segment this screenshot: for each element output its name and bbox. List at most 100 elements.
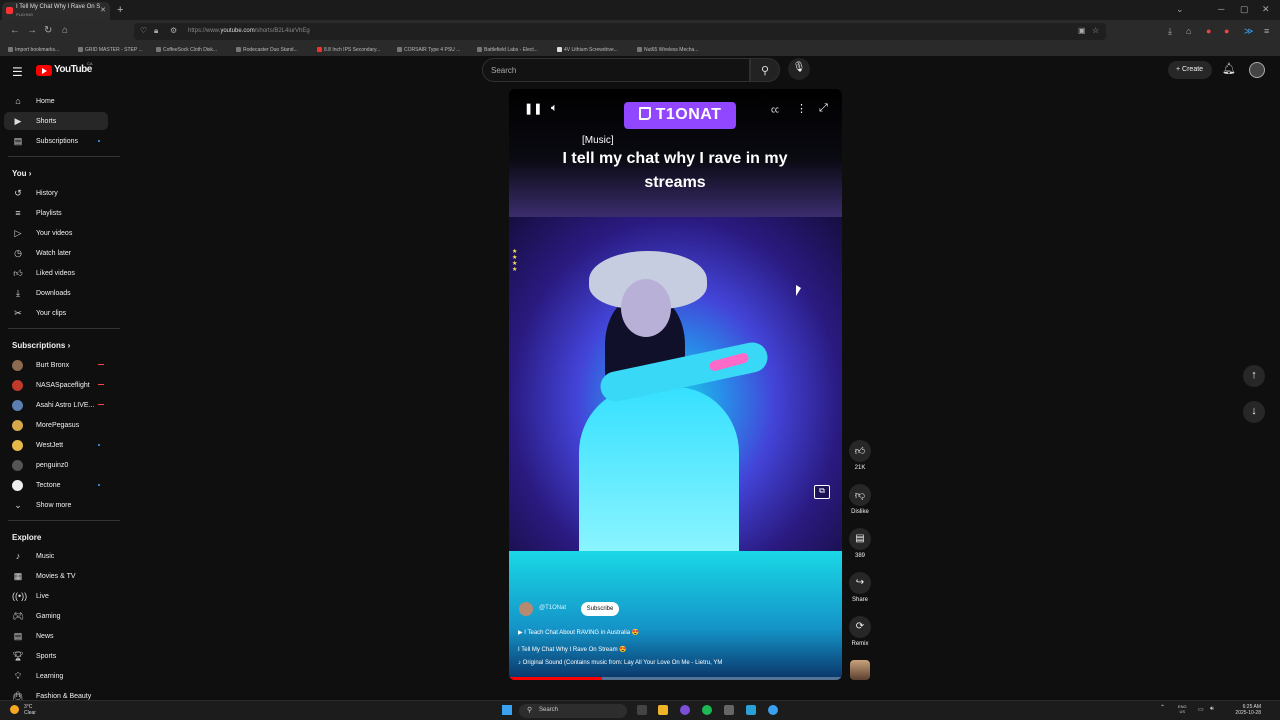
subscribe-button[interactable]: Subscribe — [581, 602, 619, 616]
bookmark-item[interactable]: GRID MASTER - STEP ... — [78, 47, 143, 53]
spotify-icon[interactable] — [702, 705, 712, 715]
tab-close-icon[interactable]: ✕ — [100, 7, 106, 14]
extension-red-icon[interactable]: ● — [1206, 26, 1211, 36]
language-indicator[interactable]: ENG US — [1178, 704, 1187, 714]
dislike-button[interactable]: 👎︎ Dislike — [846, 484, 874, 515]
app-icon[interactable] — [724, 705, 734, 715]
fullscreen-icon[interactable]: ⤢ — [819, 102, 828, 115]
taskbar-search-input[interactable]: ⚲ Search — [519, 704, 627, 718]
sidebar-item-your-clips[interactable]: ✂ Your clips — [4, 304, 108, 322]
sidebar-channel-westjett[interactable]: WestJett — [4, 436, 108, 454]
sidebar-item-liked-videos[interactable]: 👍︎ Liked videos — [4, 264, 108, 282]
hamburger-menu-icon[interactable]: ☰ — [12, 65, 23, 79]
shorts-player[interactable]: ❚❚ 🔈︎ T1ONAT ㏄ ⋮ ⤢ [Music] I tell my cha… — [509, 89, 842, 680]
edge-icon[interactable] — [768, 705, 778, 715]
extension-blue-icon[interactable]: ≫ — [1244, 26, 1253, 37]
sound-thumbnail[interactable] — [850, 660, 870, 680]
tray-chevron-icon[interactable]: ⌃ — [1160, 704, 1165, 711]
browser-tab-active[interactable]: I Tell My Chat Why I Rave On S PLAYING ✕ — [2, 2, 110, 20]
bookmark-star-icon[interactable]: ☆ — [1092, 26, 1099, 35]
sidebar-item-gaming[interactable]: 🎮︎ Gaming — [4, 607, 108, 625]
sidebar-item-your-videos[interactable]: ▷ Your videos — [4, 224, 108, 242]
screenshot-icon[interactable]: ▣ — [1078, 26, 1086, 35]
new-tab-icon[interactable]: + — [117, 4, 123, 16]
sidebar-item-live[interactable]: ((•)) Live — [4, 587, 108, 605]
extensions-icon[interactable]: ⌂ — [1186, 26, 1191, 36]
system-clock[interactable]: 6:25 AM 2025-10-28 — [1225, 704, 1261, 716]
sidebar-channel-nasaspaceflight[interactable]: NASASpaceflight — [4, 376, 108, 394]
browser-menu-icon[interactable]: ≡ — [1264, 26, 1269, 36]
voice-search-button[interactable]: 🎙︎ — [788, 58, 810, 80]
volume-icon[interactable]: 🔈︎ — [551, 102, 558, 115]
extension-record-icon[interactable]: ● — [1224, 26, 1229, 36]
remix-button[interactable]: ⟳ Remix — [846, 616, 874, 647]
youtube-logo[interactable]: YouTube CA — [36, 61, 102, 78]
sidebar-item-subscriptions[interactable]: ▤ Subscriptions — [4, 132, 108, 150]
window-close-icon[interactable]: ✕ — [1262, 4, 1270, 15]
sidebar-item-sports[interactable]: 🏆︎ Sports — [4, 647, 108, 665]
search-button[interactable]: ⚲ — [750, 58, 780, 82]
short-title[interactable]: I Tell My Chat Why I Rave On Stream 😍 — [518, 646, 627, 653]
show-more-button[interactable]: ⌄ Show more — [4, 496, 108, 514]
windows-start-icon[interactable] — [502, 705, 512, 715]
you-section-heading[interactable]: You › — [12, 169, 31, 178]
sidebar-item-music[interactable]: ♪ Music — [4, 547, 108, 565]
address-bar[interactable]: ♡ 🔒︎ ⚙ https://www.youtube.com/shorts/B2… — [134, 23, 1106, 40]
channel-avatar[interactable] — [519, 602, 533, 616]
share-button[interactable]: ↪ Share — [846, 572, 874, 603]
network-icon[interactable]: ▭ — [1198, 706, 1204, 713]
sidebar-channel-penguinz0[interactable]: penguinz0 — [4, 456, 108, 474]
previous-short-button[interactable]: ↑ — [1243, 365, 1265, 387]
sidebar-item-home[interactable]: ⌂ Home — [4, 92, 108, 110]
maximize-icon[interactable]: ▢ — [1240, 4, 1249, 15]
more-options-icon[interactable]: ⋮ — [796, 102, 807, 115]
sidebar-item-playlists[interactable]: ≡ Playlists — [4, 204, 108, 222]
subscriptions-section-heading[interactable]: Subscriptions › — [12, 341, 70, 350]
captions-icon[interactable]: ㏄ — [771, 104, 779, 115]
sidebar-channel-tectone[interactable]: Tectone — [4, 476, 108, 494]
minimize-icon[interactable]: ─ — [1218, 4, 1224, 14]
sidebar-item-watch-later[interactable]: ◷ Watch later — [4, 244, 108, 262]
sound-link[interactable]: ♪ Original Sound (Contains music from: L… — [518, 660, 722, 666]
bookmark-item[interactable]: Import bookmarks... — [8, 47, 59, 53]
sidebar-item-news[interactable]: ▤ News — [4, 627, 108, 645]
reload-icon[interactable]: ↻ — [44, 25, 52, 36]
downloads-icon[interactable]: ⤓ — [1168, 26, 1172, 37]
sidebar-channel-morepegasus[interactable]: MorePegasus — [4, 416, 108, 434]
lock-icon[interactable]: 🔒︎ — [154, 26, 158, 36]
sidebar-item-shorts[interactable]: ▶ Shorts — [4, 112, 108, 130]
picture-in-picture-icon[interactable]: ⧉ — [814, 485, 830, 499]
telegram-icon[interactable] — [746, 705, 756, 715]
bookmark-item[interactable]: CORSAIR Type 4 PSU ... — [397, 47, 460, 53]
tab-list-icon[interactable]: ⌄ — [1176, 4, 1184, 15]
bookmark-item[interactable]: Nut65 Wireless Mecha... — [637, 47, 698, 53]
shield-icon[interactable]: ♡ — [140, 26, 147, 35]
bookmark-item[interactable]: 8.8 Inch IPS Secondary... — [317, 47, 380, 53]
bookmark-item[interactable]: Rodecaster Duo Stand... — [236, 47, 298, 53]
volume-tray-icon[interactable]: 🔊︎ — [1210, 706, 1214, 713]
sidebar-item-history[interactable]: ↺ History — [4, 184, 108, 202]
file-explorer-icon[interactable] — [658, 705, 668, 715]
video-frame[interactable] — [509, 217, 842, 551]
pause-icon[interactable]: ❚❚ — [524, 102, 542, 115]
sidebar-item-downloads[interactable]: ⤓ Downloads — [4, 284, 108, 302]
browser-app-icon[interactable] — [680, 705, 690, 715]
progress-bar[interactable] — [509, 677, 842, 680]
forward-icon[interactable]: → — [27, 25, 37, 36]
create-button[interactable]: + Create — [1168, 61, 1212, 79]
sidebar-channel-asahi-astro[interactable]: Asahi Astro LIVE... — [4, 396, 108, 414]
task-view-icon[interactable] — [637, 705, 647, 715]
home-browser-icon[interactable]: ⌂ — [62, 25, 68, 36]
next-short-button[interactable]: ↓ — [1243, 401, 1265, 423]
sidebar-channel-burt-bronx[interactable]: Burt Bronx — [4, 356, 108, 374]
search-input[interactable]: Search — [482, 58, 750, 82]
like-button[interactable]: 👍︎ 21K — [846, 440, 874, 471]
weather-widget[interactable]: 3°C Clear — [10, 704, 36, 716]
channel-handle[interactable]: @T1ONat — [539, 605, 566, 611]
account-avatar[interactable] — [1249, 62, 1265, 78]
sidebar-item-movies-tv[interactable]: ▦ Movies & TV — [4, 567, 108, 585]
bookmark-item[interactable]: 4V Lithium Screwdrive... — [557, 47, 618, 53]
back-icon[interactable]: ← — [10, 25, 20, 36]
linked-video-link[interactable]: ▶ I Teach Chat About RAVING in Australia… — [518, 629, 639, 636]
sidebar-item-learning[interactable]: 💡︎ Learning — [4, 667, 108, 685]
